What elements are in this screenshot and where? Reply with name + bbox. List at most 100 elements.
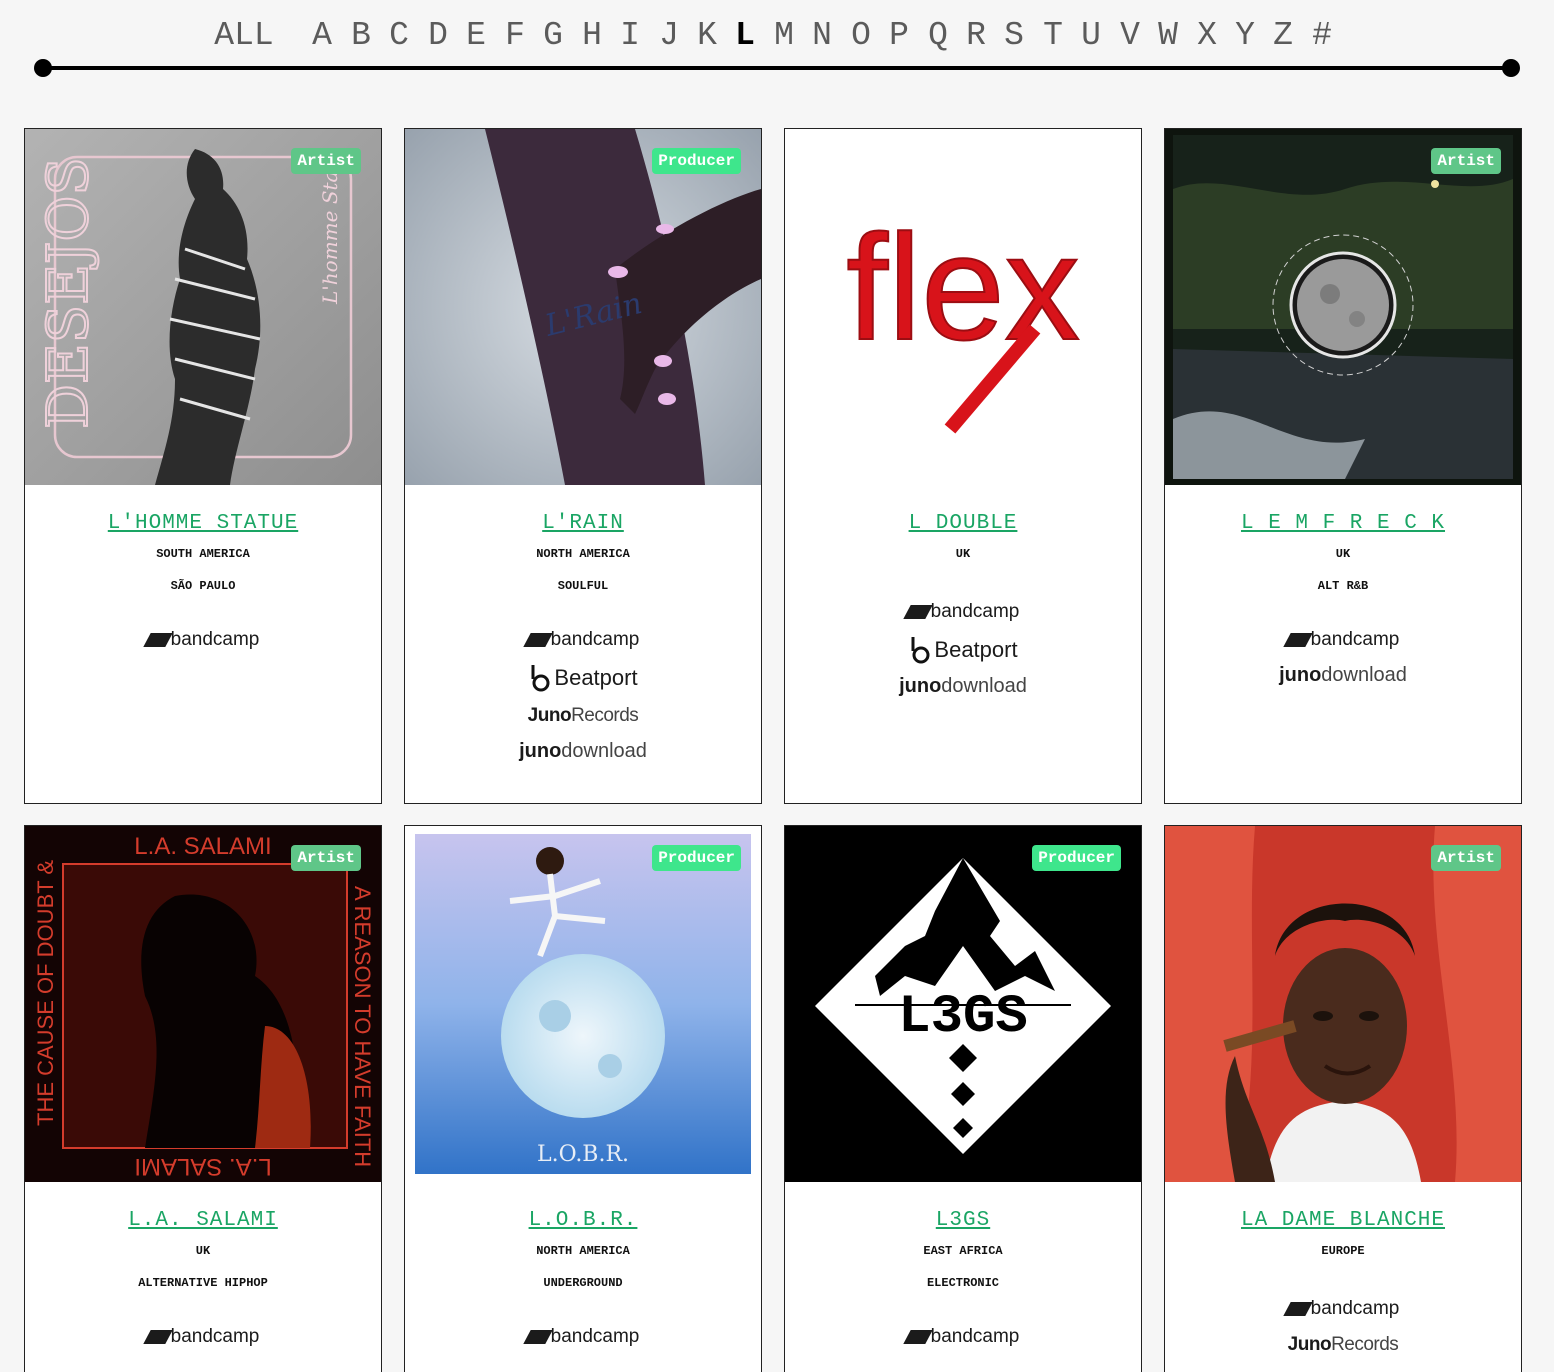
bandcamp-icon <box>902 1330 933 1344</box>
artist-card[interactable]: DESEJOS L'homme Statu Artist L'HOMME STA… <box>24 128 382 804</box>
bandcamp-label: bandcamp <box>170 629 260 650</box>
bandcamp-link[interactable]: bandcamp <box>902 1321 1020 1353</box>
artist-card[interactable]: L.O.B.R. Producer L.O.B.R. NORTH AMERICA… <box>404 825 762 1372</box>
alpha-i[interactable]: I <box>615 14 645 58</box>
alpha-a[interactable]: A <box>307 14 337 58</box>
region-text: UK <box>195 1244 211 1258</box>
junodownload-link[interactable]: juno download <box>1279 656 1407 694</box>
bandcamp-label: bandcamp <box>1310 629 1400 650</box>
alpha-g[interactable]: G <box>538 14 568 58</box>
cover-image[interactable] <box>1165 129 1521 485</box>
bandcamp-icon <box>522 1330 553 1344</box>
bandcamp-label: bandcamp <box>930 1326 1020 1347</box>
role-badge: Producer <box>652 148 741 174</box>
slider-handle-left[interactable] <box>34 59 52 77</box>
alpha-w[interactable]: W <box>1153 14 1183 58</box>
artist-name-link[interactable]: L DOUBLE <box>785 510 1141 538</box>
cover-image[interactable]: flex <box>785 129 1141 485</box>
alpha-n[interactable]: N <box>807 14 837 58</box>
cover-image[interactable]: L3GS <box>785 826 1141 1182</box>
artist-name-link[interactable]: L'RAIN <box>405 510 761 538</box>
alpha-y[interactable]: Y <box>1230 14 1260 58</box>
bandcamp-link[interactable]: bandcamp <box>522 1321 640 1353</box>
junorecords-link[interactable]: Juno Records <box>528 700 639 732</box>
beatport-label: Beatport <box>934 637 1018 662</box>
junodownload-link[interactable]: juno download <box>899 672 1027 700</box>
cover-image[interactable]: L.A. SALAMI THE CAUSE OF DOUBT & A REASO… <box>25 826 381 1182</box>
beatport-link[interactable]: Beatport <box>908 628 1018 672</box>
artist-card[interactable]: L'Rain Producer L'RAIN NORTH AMERICA SOU… <box>404 128 762 804</box>
alpha-c[interactable]: C <box>384 14 414 58</box>
alpha-hash[interactable]: # <box>1307 14 1337 58</box>
alphabet-slider[interactable] <box>34 59 1520 77</box>
alpha-f[interactable]: F <box>500 14 530 58</box>
bandcamp-label: bandcamp <box>550 629 640 650</box>
alpha-s[interactable]: S <box>999 14 1029 58</box>
slider-handle-right[interactable] <box>1502 59 1520 77</box>
cover-art-la-salami: L.A. SALAMI THE CAUSE OF DOUBT & A REASO… <box>25 826 381 1182</box>
alpha-b[interactable]: B <box>346 14 376 58</box>
bandcamp-icon <box>522 633 553 647</box>
artist-name-link[interactable]: L'HOMME STATUE <box>25 510 381 538</box>
region-text: NORTH AMERICA <box>536 1244 630 1258</box>
cover-art-lobr: L.O.B.R. <box>405 826 761 1182</box>
role-badge: Artist <box>1431 845 1501 871</box>
alpha-t[interactable]: T <box>1038 14 1068 58</box>
cover-logo-text: L3GS <box>898 987 1028 1048</box>
beatport-icon <box>911 637 930 664</box>
junodownload-label-rest: download <box>1321 663 1407 686</box>
alpha-o[interactable]: O <box>846 14 876 58</box>
alpha-d[interactable]: D <box>423 14 453 58</box>
cover-image[interactable]: L'Rain <box>405 129 761 485</box>
region-text: UK <box>955 547 971 561</box>
junorecords-label-bold: Juno <box>1287 1334 1332 1355</box>
junorecords-link[interactable]: Juno Records <box>1288 1325 1399 1365</box>
alpha-l[interactable]: L <box>730 14 760 58</box>
alpha-all[interactable]: ALL <box>209 14 279 58</box>
bandcamp-link[interactable]: bandcamp <box>522 624 640 656</box>
role-badge: Artist <box>1431 148 1501 174</box>
cover-top-text: L.A. SALAMI <box>134 833 271 860</box>
artist-name-link[interactable]: LA DAME BLANCHE <box>1165 1207 1521 1235</box>
bandcamp-label: bandcamp <box>550 1326 640 1347</box>
alpha-k[interactable]: K <box>692 14 722 58</box>
cover-image[interactable] <box>1165 826 1521 1182</box>
cover-art-portrait <box>1165 826 1521 1182</box>
cover-image[interactable]: DESEJOS L'homme Statu <box>25 129 381 485</box>
alpha-q[interactable]: Q <box>923 14 953 58</box>
region-text: UK <box>1335 547 1351 561</box>
alpha-r[interactable]: R <box>961 14 991 58</box>
alpha-e[interactable]: E <box>461 14 491 58</box>
beatport-link[interactable]: Beatport <box>528 656 638 700</box>
junorecords-label-bold: Juno <box>527 705 572 726</box>
junodownload-label-bold: juno <box>1279 663 1322 686</box>
artist-card[interactable]: Artist LA DAME BLANCHE EUROPE bandcamp J… <box>1164 825 1522 1372</box>
alpha-u[interactable]: U <box>1076 14 1106 58</box>
artist-card[interactable]: L3GS Producer L3GS EAST AFRICA ELECTRONI… <box>784 825 1142 1372</box>
junodownload-link[interactable]: juno download <box>519 732 647 770</box>
alpha-m[interactable]: M <box>769 14 799 58</box>
bandcamp-icon <box>902 605 933 619</box>
artist-name-link[interactable]: L.A. SALAMI <box>25 1207 381 1235</box>
bandcamp-label: bandcamp <box>170 1326 260 1347</box>
alpha-v[interactable]: V <box>1115 14 1145 58</box>
detail-text: ALTERNATIVE HIPHOP <box>138 1276 268 1290</box>
artist-name-link[interactable]: L.O.B.R. <box>405 1207 761 1235</box>
artist-card[interactable]: L.A. SALAMI THE CAUSE OF DOUBT & A REASO… <box>24 825 382 1372</box>
cover-image[interactable]: L.O.B.R. <box>405 826 761 1182</box>
artist-card[interactable]: Artist L E M F R E C K UK ALT R&B bandca… <box>1164 128 1522 804</box>
bandcamp-link[interactable]: bandcamp <box>1282 624 1400 656</box>
alpha-h[interactable]: H <box>577 14 607 58</box>
bandcamp-link[interactable]: bandcamp <box>1282 1293 1399 1325</box>
artist-card[interactable]: flex L DOUBLE UK bandcamp Beatport juno d… <box>784 128 1142 804</box>
bandcamp-link[interactable]: bandcamp <box>902 596 1019 628</box>
alpha-j[interactable]: J <box>654 14 684 58</box>
alpha-x[interactable]: X <box>1192 14 1222 58</box>
alpha-z[interactable]: Z <box>1268 14 1298 58</box>
bandcamp-link[interactable]: bandcamp <box>142 1321 260 1353</box>
artist-name-link[interactable]: L E M F R E C K <box>1165 510 1521 538</box>
alpha-p[interactable]: P <box>884 14 914 58</box>
junodownload-label-bold: juno <box>899 674 942 697</box>
artist-name-link[interactable]: L3GS <box>785 1207 1141 1235</box>
bandcamp-link[interactable]: bandcamp <box>142 624 260 656</box>
